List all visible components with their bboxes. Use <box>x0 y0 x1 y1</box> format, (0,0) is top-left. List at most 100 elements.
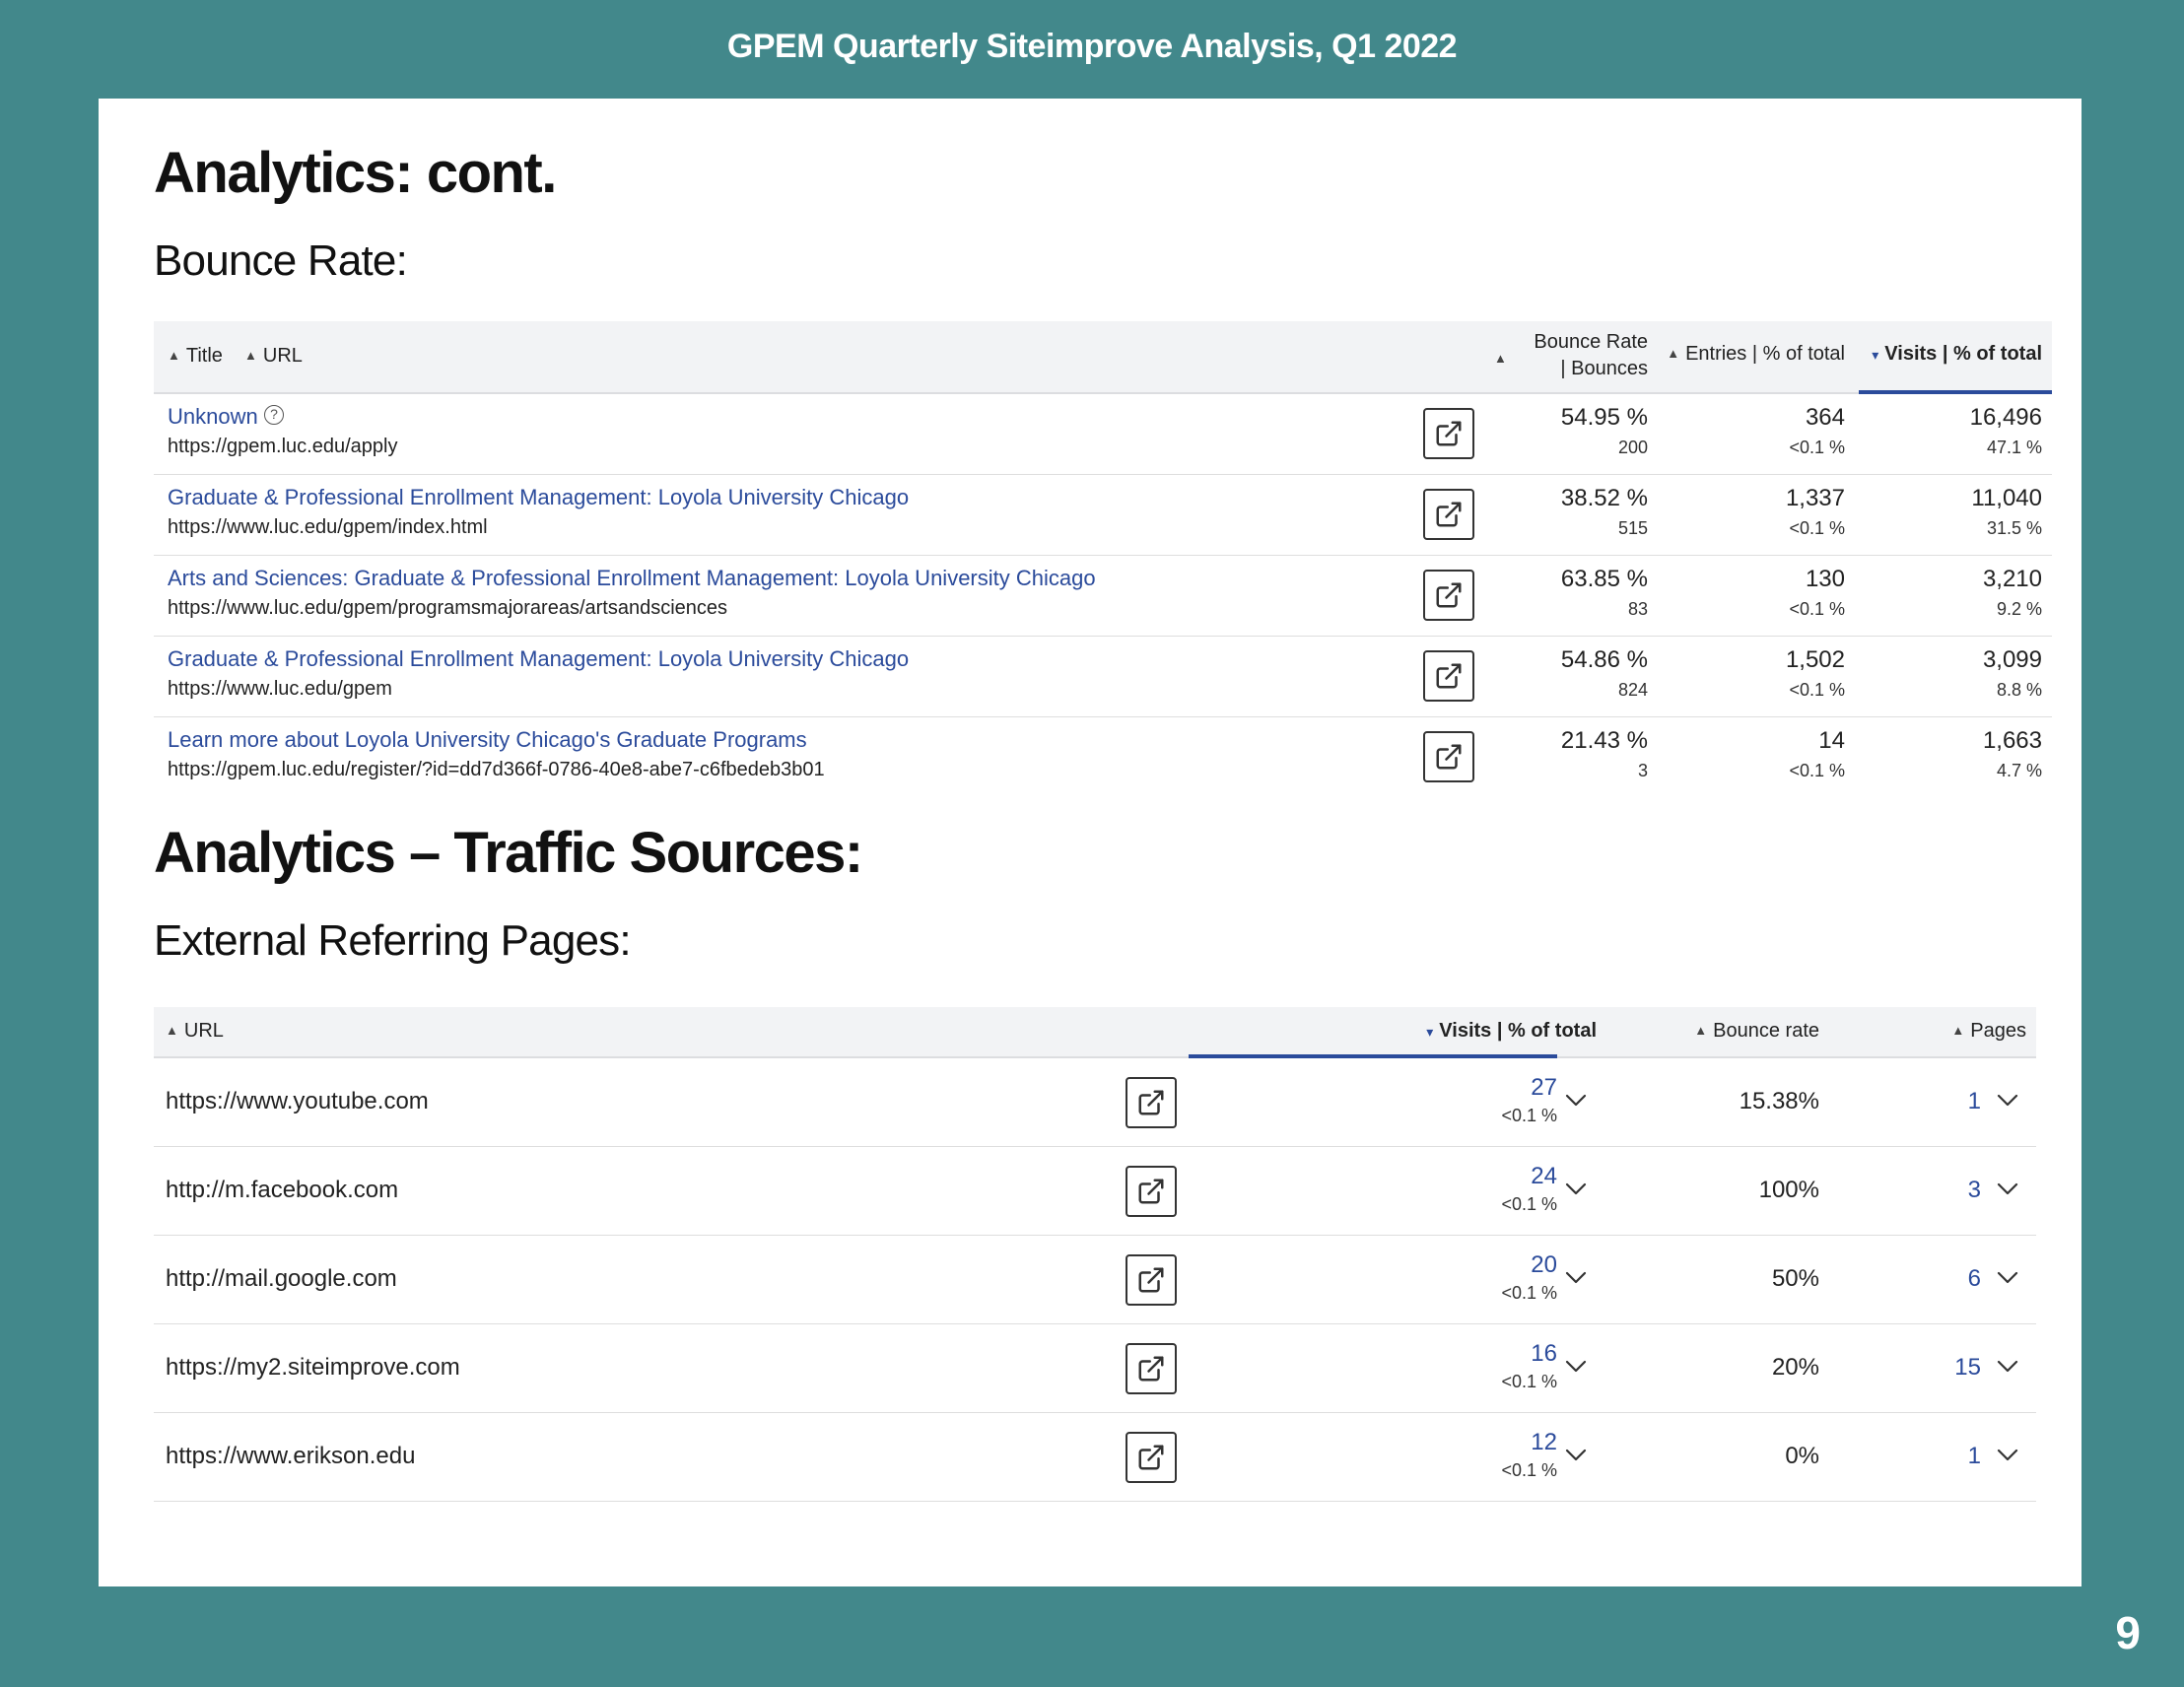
sort-icon: ▲ <box>244 348 257 363</box>
bounces-value: 200 <box>1617 438 1648 457</box>
visits-pct-value: <0.1 % <box>1501 1283 1557 1303</box>
visits-value: 1,663 <box>1982 727 2042 754</box>
referrer-url[interactable]: http://m.facebook.com <box>166 1177 398 1204</box>
page-url: https://gpem.luc.edu/apply <box>168 436 398 457</box>
visits-value[interactable]: 27 <box>1435 1074 1557 1102</box>
external-link-button[interactable] <box>1423 731 1474 782</box>
subheading-external-referring-pages: External Referring Pages: <box>154 916 632 965</box>
chevron-down-icon[interactable] <box>1565 1360 1587 1379</box>
table-row: https://my2.siteimprove.com 16 <0.1 % 20… <box>154 1324 2036 1413</box>
visits-pct-value: 47.1 % <box>1986 438 2042 457</box>
bounce-rate-value: 100% <box>1758 1177 1819 1203</box>
table-row: Graduate & Professional Enrollment Manag… <box>154 637 2052 717</box>
page-title-link[interactable]: Arts and Sciences: Graduate & Profession… <box>168 566 1096 591</box>
column-url-header[interactable]: ▲ URL <box>244 345 303 368</box>
bounces-value: 824 <box>1617 680 1648 700</box>
sort-down-icon: ▾ <box>1426 1024 1434 1040</box>
chevron-down-icon[interactable] <box>1997 1449 2018 1467</box>
bounces-value: 515 <box>1617 518 1648 538</box>
pages-value[interactable]: 3 <box>1869 1177 1981 1204</box>
bounce-rate-value: 50% <box>1771 1265 1819 1292</box>
bounce-rows: Unknown? https://gpem.luc.edu/apply 54.9… <box>154 394 2052 798</box>
external-link-button[interactable] <box>1126 1343 1177 1394</box>
external-link-icon <box>1434 419 1464 448</box>
bounce-rate-table: ▲ Title ▲ URL ▲ Bounce Rate | Bounces ▲ Ent… <box>154 321 2052 798</box>
external-link-icon <box>1434 742 1464 772</box>
page-title-link[interactable]: Graduate & Professional Enrollment Manag… <box>168 646 909 672</box>
chevron-down-icon[interactable] <box>1565 1271 1587 1290</box>
chevron-down-icon[interactable] <box>1565 1094 1587 1113</box>
external-link-button[interactable] <box>1423 408 1474 459</box>
pages-value[interactable]: 6 <box>1869 1265 1981 1293</box>
visits-value[interactable]: 16 <box>1435 1340 1557 1368</box>
visits-value: 3,099 <box>1982 646 2042 673</box>
referrer-url[interactable]: https://my2.siteimprove.com <box>166 1354 460 1382</box>
page-url: https://www.luc.edu/gpem/programsmajorar… <box>168 597 728 619</box>
column-title-header[interactable]: ▲ Title <box>168 345 223 368</box>
sort-icon: ▲ <box>1694 1023 1708 1038</box>
pages-value[interactable]: 15 <box>1869 1354 1981 1382</box>
page-title-link[interactable]: Graduate & Professional Enrollment Manag… <box>168 485 909 510</box>
column-pages-header[interactable]: ▲ Pages <box>1869 1020 2026 1043</box>
external-link-icon <box>1434 580 1464 610</box>
visits-value[interactable]: 20 <box>1435 1251 1557 1279</box>
referring-rows: https://www.youtube.com 27 <0.1 % 15.38%… <box>154 1058 2036 1502</box>
visits-value[interactable]: 12 <box>1435 1429 1557 1456</box>
bounces-value: 83 <box>1627 599 1648 619</box>
visits-value: 3,210 <box>1982 566 2042 592</box>
external-link-button[interactable] <box>1126 1166 1177 1217</box>
external-link-icon <box>1136 1177 1166 1206</box>
column-visits-header[interactable]: ▾ Visits | % of total <box>1859 343 2042 366</box>
page-number: 9 <box>2115 1607 2141 1658</box>
sort-icon: ▲ <box>1667 346 1680 361</box>
document-title: GPEM Quarterly Siteimprove Analysis, Q1 … <box>726 28 1458 65</box>
chevron-down-icon[interactable] <box>1565 1449 1587 1467</box>
chevron-down-icon[interactable] <box>1565 1182 1587 1201</box>
chevron-down-icon[interactable] <box>1997 1182 2018 1201</box>
visits-value: 16,496 <box>1969 404 2042 431</box>
entries-value: 14 <box>1818 727 1845 754</box>
external-link-button[interactable] <box>1423 489 1474 540</box>
entries-pct-value: <0.1 % <box>1789 438 1845 457</box>
page-url: https://www.luc.edu/gpem <box>168 678 392 700</box>
page-title-link[interactable]: Learn more about Loyola University Chica… <box>168 727 807 753</box>
external-link-button[interactable] <box>1126 1254 1177 1306</box>
bounce-rate-value: 0% <box>1785 1443 1819 1469</box>
referrer-url[interactable]: http://mail.google.com <box>166 1265 397 1293</box>
referring-pages-table: ▲ URL ▾ Visits | % of total ▲ Bounce rate ▲… <box>154 1007 2036 1502</box>
help-icon[interactable]: ? <box>264 405 284 425</box>
external-link-icon <box>1434 500 1464 529</box>
external-link-button[interactable] <box>1126 1077 1177 1128</box>
chevron-down-icon[interactable] <box>1997 1360 2018 1379</box>
sort-icon: ▲ <box>166 1023 178 1038</box>
bounce-rate-value: 20% <box>1771 1354 1819 1381</box>
column-entries-header[interactable]: ▲ Entries | % of total <box>1662 343 1845 366</box>
visits-value[interactable]: 24 <box>1435 1163 1557 1190</box>
entries-pct-value: <0.1 % <box>1789 518 1845 538</box>
page-title-link[interactable]: Unknown <box>168 404 258 430</box>
subheading-bounce-rate: Bounce Rate: <box>154 236 408 285</box>
table-row: http://mail.google.com 20 <0.1 % 50% 6 <box>154 1236 2036 1324</box>
column-url-header[interactable]: ▲ URL <box>166 1020 224 1043</box>
visits-pct-value: <0.1 % <box>1501 1194 1557 1214</box>
referrer-url[interactable]: https://www.erikson.edu <box>166 1443 415 1470</box>
referrer-url[interactable]: https://www.youtube.com <box>166 1088 429 1115</box>
entries-pct-value: <0.1 % <box>1789 599 1845 619</box>
sort-icon: ▲ <box>1494 351 1507 366</box>
bounce-rate-value: 15.38% <box>1739 1088 1819 1114</box>
chevron-down-icon[interactable] <box>1997 1094 2018 1113</box>
pages-value[interactable]: 1 <box>1869 1088 1981 1115</box>
column-bounce-rate-header[interactable]: ▲ Bounce Rate | Bounces <box>1494 329 1648 382</box>
external-link-button[interactable] <box>1423 650 1474 702</box>
chevron-down-icon[interactable] <box>1997 1271 2018 1290</box>
pages-value[interactable]: 1 <box>1869 1443 1981 1470</box>
external-link-button[interactable] <box>1423 570 1474 621</box>
external-link-icon <box>1136 1354 1166 1383</box>
table-row: Graduate & Professional Enrollment Manag… <box>154 475 2052 556</box>
sort-down-icon: ▾ <box>1872 347 1879 363</box>
column-visits-header[interactable]: ▾ Visits | % of total <box>1189 1020 1597 1043</box>
visits-pct-value: 8.8 % <box>1996 680 2042 700</box>
external-link-button[interactable] <box>1126 1432 1177 1483</box>
table-row: Unknown? https://gpem.luc.edu/apply 54.9… <box>154 394 2052 475</box>
column-bounce-rate-header[interactable]: ▲ Bounce rate <box>1672 1020 1819 1043</box>
